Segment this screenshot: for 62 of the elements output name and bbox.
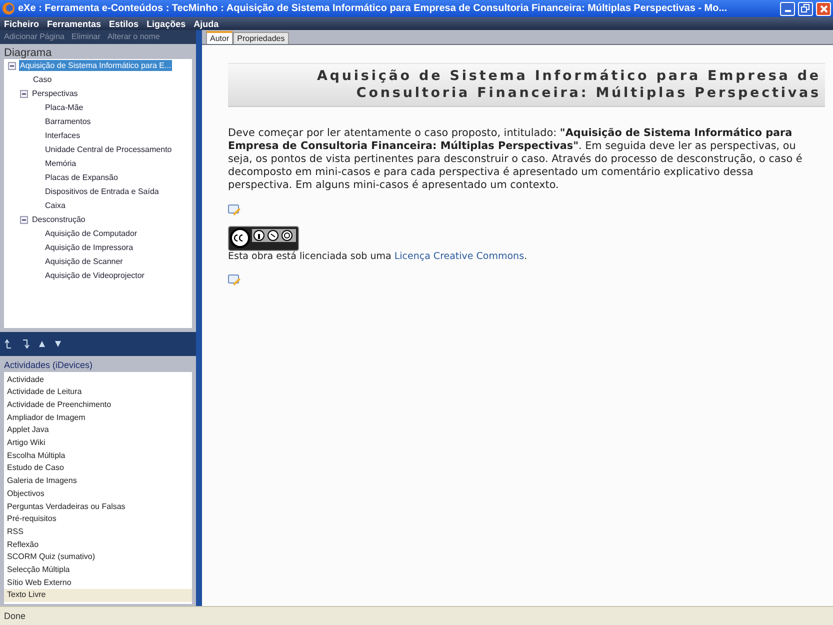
tree-item[interactable]: Aquisição de Sistema Informático para E...	[19, 60, 172, 72]
collapse-icon[interactable]	[8, 62, 16, 70]
panel-title: Diagrama	[4, 46, 53, 59]
page-heading: Aquisição de Sistema Informático para Empresa de Consultoria Financeira: Múltiplas Perspectivas	[228, 63, 825, 107]
intro-paragraph: Deve começar por ler atentamente o caso proposto, intitulado: "Aquisição de Sistema Informático para Empresa de Consultoria Financeira: Múltiplas Perspectivas". Em seguida deve ler as perspectivas, ou seja, os pontos de vista pertinentes para desconstruir o caso. Através do processo de desconstrução, o caso é decomposto em mini-casos e para cada perspectiva é apresentado um comentário explicativo dessa perspectiva. Em alguns mini-casos é apresentado um contexto.	[228, 127, 804, 192]
list-item[interactable]: Actividade de Preenchimento	[4, 399, 192, 412]
collapse-icon[interactable]	[20, 216, 28, 224]
list-item[interactable]: Ampliador de Imagem	[4, 412, 192, 424]
tree-item[interactable]: Desconstrução	[31, 214, 86, 226]
tree-item[interactable]: Aquisição de Computador	[44, 228, 138, 240]
list-item[interactable]: Texto Livre	[4, 589, 192, 602]
list-item[interactable]: Actividade de Leitura	[4, 386, 192, 399]
list-item[interactable]: Applet Java	[4, 424, 192, 438]
list-item[interactable]: Galeria de Imagens	[4, 475, 192, 488]
list-item[interactable]: Reflexão	[4, 538, 192, 552]
list-item[interactable]: Escolha Múltipla	[4, 450, 192, 462]
license-badge-icon	[228, 226, 299, 251]
tree-item[interactable]: Placa-Mãe	[44, 102, 84, 114]
tree-item[interactable]: Barramentos	[44, 116, 92, 128]
tab[interactable]: Autor	[206, 31, 234, 44]
tree-item[interactable]: Aquisição de Scanner	[44, 256, 124, 268]
close-button[interactable]	[816, 2, 831, 16]
close-icon	[820, 4, 828, 12]
list-item[interactable]: Estudo de Caso	[4, 462, 192, 476]
tree-item[interactable]: Aquisição de Impressora	[44, 242, 134, 254]
menu-item[interactable]: Ajuda	[194, 18, 219, 28]
menu-item[interactable]: Ficheiro	[4, 18, 40, 28]
window-title: eXe : Ferramenta e-Conteúdos : TecMinho : Aquisição de Sistema Informático para Empresa de Consultoria Financeira: Múltiplas Perspectivas - Mo...	[18, 3, 728, 14]
tree-item[interactable]: Caso	[32, 74, 53, 86]
tree-item[interactable]: Unidade Central de Processamento	[44, 144, 173, 156]
restore-icon	[801, 4, 810, 13]
minimize-button[interactable]	[780, 2, 795, 16]
menu-item[interactable]: Ferramentas	[47, 18, 102, 28]
list-item[interactable]: Actividade	[4, 374, 192, 386]
panel-title: Actividades (iDevices)	[4, 358, 94, 372]
tree-item[interactable]: Dispositivos de Entrada e Saída	[44, 186, 160, 198]
restore-button[interactable]	[798, 2, 813, 16]
app-icon	[2, 2, 15, 15]
license-text: Esta obra está licenciada sob uma	[228, 251, 392, 262]
menu-item[interactable]: Ligações	[146, 18, 186, 28]
list-item[interactable]: RSS	[4, 526, 192, 539]
tree-item[interactable]: Memória	[44, 158, 78, 170]
list-item[interactable]: Artigo Wiki	[4, 437, 192, 450]
collapse-icon[interactable]	[20, 90, 28, 98]
menu-item[interactable]: Estilos	[109, 18, 139, 28]
tab[interactable]: Propriedades	[233, 32, 289, 44]
edit-icon[interactable]	[228, 204, 241, 216]
tree-item[interactable]: Aquisição de Videoprojector	[44, 270, 146, 282]
list-item[interactable]: Selecção Múltipla	[4, 564, 192, 577]
tree-item[interactable]: Caixa	[44, 200, 66, 212]
list-item[interactable]: Sítio Web Externo	[4, 576, 192, 590]
edit-icon[interactable]	[228, 274, 241, 286]
list-item[interactable]: Pré-requisitos	[4, 513, 192, 526]
license-end: .	[524, 251, 528, 262]
tree-item[interactable]: Placas de Expansão	[44, 172, 119, 184]
list-item[interactable]: SCORM Quiz (sumativo)	[4, 551, 192, 564]
license-link[interactable]: Licença Creative Commons	[394, 251, 524, 262]
minimize-icon	[784, 10, 790, 12]
tree-item[interactable]: Interfaces	[44, 130, 82, 142]
tree-item[interactable]: Perspectivas	[31, 88, 79, 100]
list-item[interactable]: Perguntas Verdadeiras ou Falsas	[4, 500, 192, 514]
list-item[interactable]: Objectivos	[4, 488, 192, 500]
